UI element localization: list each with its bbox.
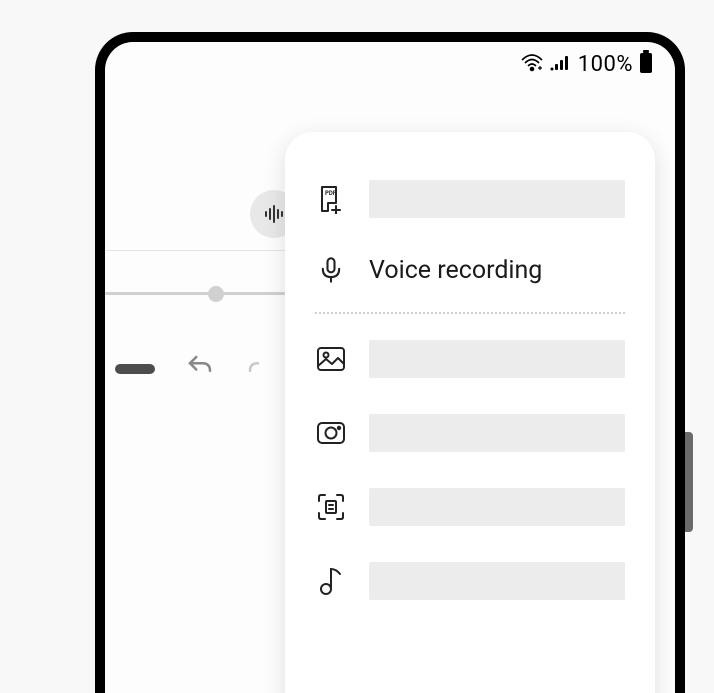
divider bbox=[105, 250, 285, 251]
editor-toolbar bbox=[105, 352, 285, 386]
menu-item-audio[interactable] bbox=[285, 544, 655, 618]
menu-label-placeholder bbox=[369, 340, 625, 378]
menu-label-placeholder bbox=[369, 414, 625, 452]
redo-icon[interactable] bbox=[245, 352, 259, 386]
menu-label-placeholder bbox=[369, 488, 625, 526]
image-icon bbox=[315, 343, 347, 375]
menu-item-camera[interactable] bbox=[285, 396, 655, 470]
scan-text-icon bbox=[315, 491, 347, 523]
battery-percentage: 100% bbox=[578, 52, 633, 77]
menu-divider bbox=[315, 312, 625, 314]
svg-text:PDF: PDF bbox=[325, 190, 337, 197]
toolbar-handle[interactable] bbox=[115, 364, 155, 374]
music-note-icon bbox=[315, 565, 347, 597]
menu-label-placeholder bbox=[369, 180, 625, 218]
wifi-icon bbox=[520, 52, 544, 76]
menu-item-label: Voice recording bbox=[369, 256, 542, 285]
mic-icon bbox=[315, 254, 347, 286]
status-bar: 100% bbox=[105, 42, 675, 82]
slider-track[interactable] bbox=[105, 292, 285, 295]
menu-item-scan-text[interactable] bbox=[285, 470, 655, 544]
signal-icon bbox=[550, 53, 572, 75]
attach-menu: PDF Voice recording bbox=[285, 132, 655, 693]
menu-item-pdf[interactable]: PDF bbox=[285, 162, 655, 236]
device-frame: 100% bbox=[95, 32, 685, 693]
menu-item-image[interactable] bbox=[285, 322, 655, 396]
slider-thumb[interactable] bbox=[208, 286, 224, 302]
menu-label-placeholder bbox=[369, 562, 625, 600]
undo-icon[interactable] bbox=[185, 352, 215, 386]
device-screen: 100% bbox=[105, 42, 675, 693]
pdf-add-icon: PDF bbox=[315, 183, 347, 215]
menu-item-voice-recording[interactable]: Voice recording bbox=[285, 236, 655, 304]
battery-icon bbox=[639, 50, 653, 78]
camera-icon bbox=[315, 417, 347, 449]
device-side-button bbox=[685, 432, 693, 532]
